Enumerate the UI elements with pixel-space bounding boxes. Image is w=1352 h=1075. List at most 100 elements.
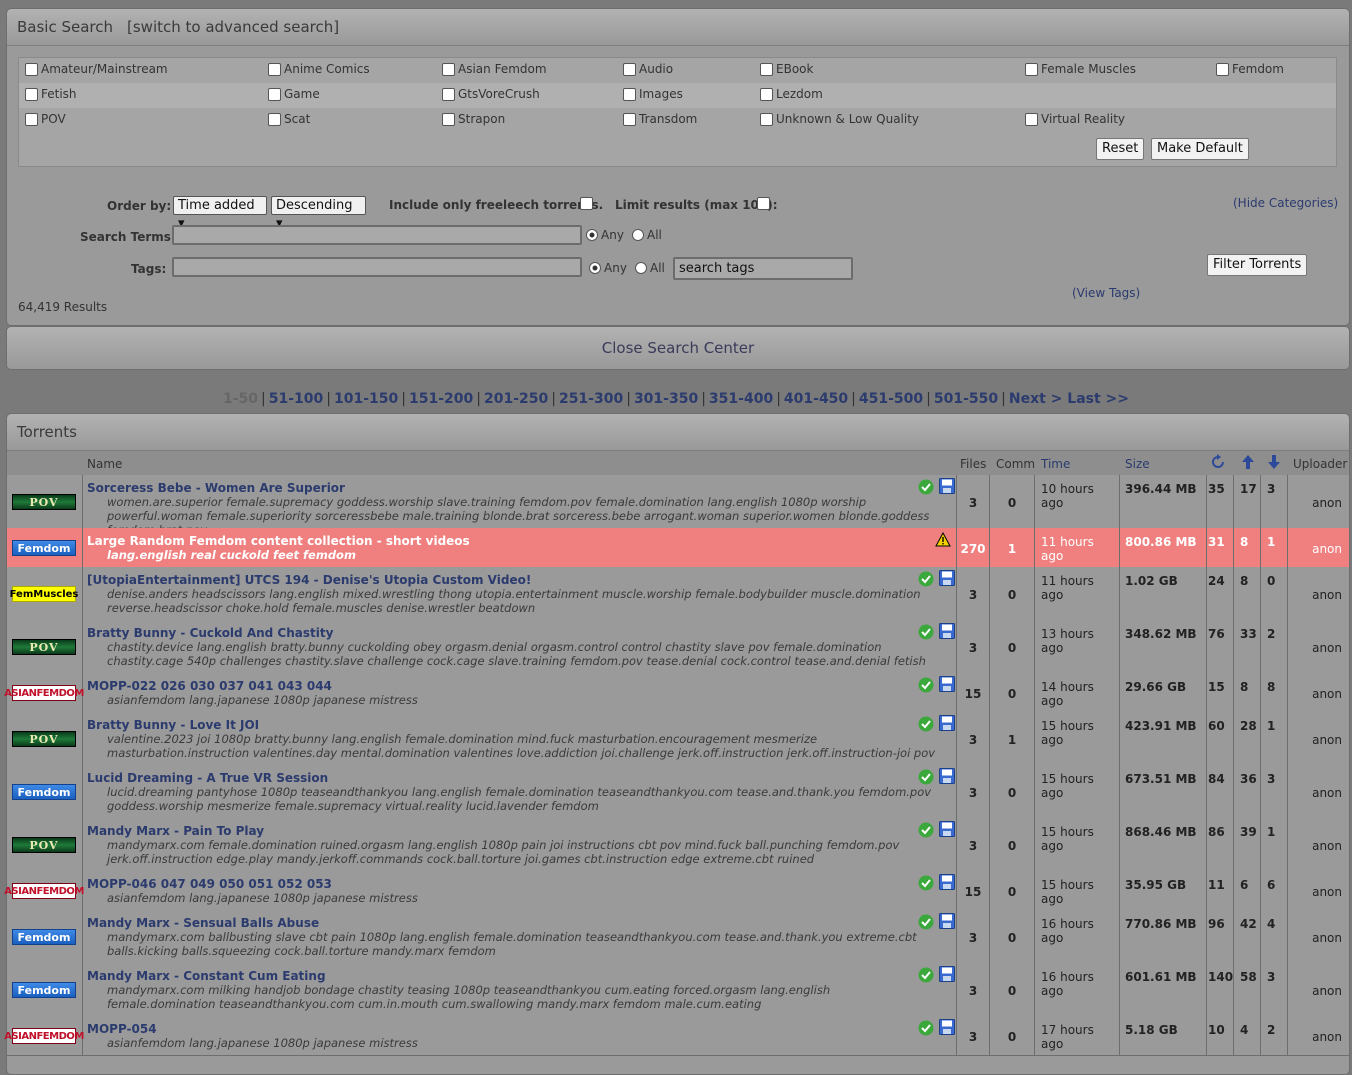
torrent-title-link[interactable]: MOPP-022 026 030 037 041 043 044 (87, 679, 332, 693)
torrent-title-link[interactable]: Bratty Bunny - Cuckold And Chastity (87, 626, 333, 640)
category-cell[interactable]: Femdom (7, 528, 83, 567)
page-link[interactable]: 201-250 (484, 391, 548, 407)
comments-count[interactable]: 0 (990, 885, 1034, 899)
category-checkbox[interactable]: Virtual Reality (1025, 112, 1125, 126)
files-cell[interactable]: 3 (957, 1016, 990, 1055)
close-search-center-button[interactable]: Close Search Center (6, 326, 1350, 370)
page-link[interactable]: 351-400 (709, 391, 773, 407)
order-direction-select[interactable]: Descending ▾ (271, 196, 366, 231)
table-row[interactable]: POV Mandy Marx - Pain To Play mandymarx.co… (7, 818, 1349, 872)
category-cell[interactable]: POV (7, 620, 83, 673)
category-checkbox[interactable]: Amateur/Mainstream (25, 62, 168, 76)
checkbox-icon[interactable] (1025, 112, 1038, 126)
torrent-title-link[interactable]: Mandy Marx - Pain To Play (87, 824, 264, 838)
files-count[interactable]: 15 (957, 885, 989, 899)
files-cell[interactable]: 3 (957, 963, 990, 1016)
table-row[interactable]: ASIANFEMDOM MOPP-022 026 030 037 041 043 … (4, 673, 1349, 713)
table-row[interactable]: Femdom Lucid Dreaming - A True VR Session… (7, 765, 1349, 819)
checkbox-icon[interactable] (623, 62, 636, 76)
uploader-name[interactable]: anon (1312, 687, 1342, 701)
category-checkbox[interactable]: Femdom (1216, 62, 1284, 76)
uploader-name[interactable]: anon (1312, 839, 1342, 853)
page-link[interactable]: 451-500 (859, 391, 923, 407)
col-uploader[interactable]: Uploader (1293, 457, 1347, 471)
comments-count[interactable]: 0 (990, 641, 1034, 655)
uploader-name[interactable]: anon (1312, 786, 1342, 800)
category-badge[interactable]: POV (12, 494, 76, 510)
seeders-icon[interactable] (1241, 454, 1255, 473)
order-by-select[interactable]: Time added ▾ (173, 196, 267, 231)
torrent-title-link[interactable]: Sorceress Bebe - Women Are Superior (87, 481, 345, 495)
search-tags-field[interactable]: search tags (673, 257, 853, 280)
view-tags-link[interactable]: (View Tags) (1072, 286, 1140, 300)
comments-count[interactable]: 0 (990, 687, 1034, 701)
col-files[interactable]: Files (960, 457, 986, 471)
torrent-title-link[interactable]: Mandy Marx - Sensual Balls Abuse (87, 916, 319, 930)
category-checkbox[interactable]: Images (623, 87, 683, 101)
checkbox-icon[interactable] (268, 87, 281, 101)
torrent-title-link[interactable]: MOPP-054 (87, 1022, 157, 1036)
category-cell[interactable]: POV (7, 818, 83, 871)
category-cell[interactable]: POV (7, 475, 83, 528)
files-count[interactable]: 3 (957, 588, 989, 602)
files-cell[interactable]: 270 (957, 528, 990, 567)
page-link[interactable]: 151-200 (409, 391, 473, 407)
search-terms-input[interactable] (172, 225, 582, 245)
comments-cell[interactable]: 0 (990, 871, 1035, 910)
checkbox-icon[interactable] (25, 112, 38, 126)
table-row[interactable]: Femdom Mandy Marx - Constant Cum Eating ma… (7, 963, 1349, 1017)
files-cell[interactable]: 3 (957, 712, 990, 765)
leechers-icon[interactable] (1267, 454, 1281, 473)
limit-results-checkbox[interactable] (757, 197, 770, 210)
save-icon[interactable] (939, 966, 955, 985)
category-cell[interactable]: ASIANFEMDOM (4, 871, 84, 910)
next-page-link[interactable]: Next > (1009, 391, 1063, 407)
category-badge[interactable]: POV (12, 837, 76, 853)
checkbox-icon[interactable] (442, 87, 455, 101)
comments-cell[interactable]: 0 (990, 765, 1035, 818)
page-link[interactable]: 501-550 (934, 391, 998, 407)
comments-cell[interactable]: 0 (990, 1016, 1035, 1055)
comments-count[interactable]: 0 (990, 1030, 1034, 1044)
comments-count[interactable]: 0 (990, 588, 1034, 602)
uploader-name[interactable]: anon (1312, 885, 1342, 899)
torrent-title-link[interactable]: Mandy Marx - Constant Cum Eating (87, 969, 326, 983)
files-count[interactable]: 3 (957, 931, 989, 945)
page-link[interactable]: 301-350 (634, 391, 698, 407)
save-icon[interactable] (939, 913, 955, 932)
uploader-name[interactable]: anon (1312, 496, 1342, 510)
files-count[interactable]: 15 (957, 687, 989, 701)
checkbox-icon[interactable] (268, 62, 281, 76)
comments-cell[interactable]: 0 (990, 910, 1035, 963)
comments-cell[interactable]: 0 (990, 673, 1035, 712)
checkbox-icon[interactable] (442, 112, 455, 126)
category-checkbox[interactable]: Game (268, 87, 320, 101)
checkbox-icon[interactable] (25, 87, 38, 101)
files-count[interactable]: 3 (957, 733, 989, 747)
files-count[interactable]: 270 (957, 542, 989, 556)
table-row[interactable]: Femdom Large Random Femdom content collec… (7, 528, 1349, 568)
checkbox-icon[interactable] (760, 87, 773, 101)
freeleech-checkbox[interactable] (580, 197, 593, 210)
files-count[interactable]: 3 (957, 786, 989, 800)
filter-torrents-button[interactable]: Filter Torrents (1207, 254, 1308, 276)
category-checkbox[interactable]: Female Muscles (1025, 62, 1136, 76)
category-checkbox[interactable]: Unknown & Low Quality (760, 112, 919, 126)
comments-cell[interactable]: 0 (990, 818, 1035, 871)
col-time[interactable]: Time (1041, 457, 1070, 471)
category-checkbox[interactable]: Asian Femdom (442, 62, 547, 76)
category-checkbox[interactable]: Transdom (623, 112, 697, 126)
comments-cell[interactable]: 1 (990, 712, 1035, 765)
save-icon[interactable] (939, 478, 955, 497)
category-badge[interactable]: ASIANFEMDOM (4, 883, 84, 899)
comments-cell[interactable]: 0 (990, 620, 1035, 673)
col-name[interactable]: Name (87, 457, 122, 471)
page-link[interactable]: 51-100 (269, 391, 324, 407)
search-all-radio[interactable]: All (632, 228, 662, 242)
torrent-title-link[interactable]: Large Random Femdom content collection -… (87, 534, 470, 548)
files-cell[interactable]: 3 (957, 567, 990, 620)
table-row[interactable]: ASIANFEMDOM MOPP-046 047 049 050 051 052 … (4, 871, 1349, 911)
category-badge[interactable]: ASIANFEMDOM (4, 685, 84, 701)
files-count[interactable]: 3 (957, 496, 989, 510)
files-cell[interactable]: 3 (957, 765, 990, 818)
